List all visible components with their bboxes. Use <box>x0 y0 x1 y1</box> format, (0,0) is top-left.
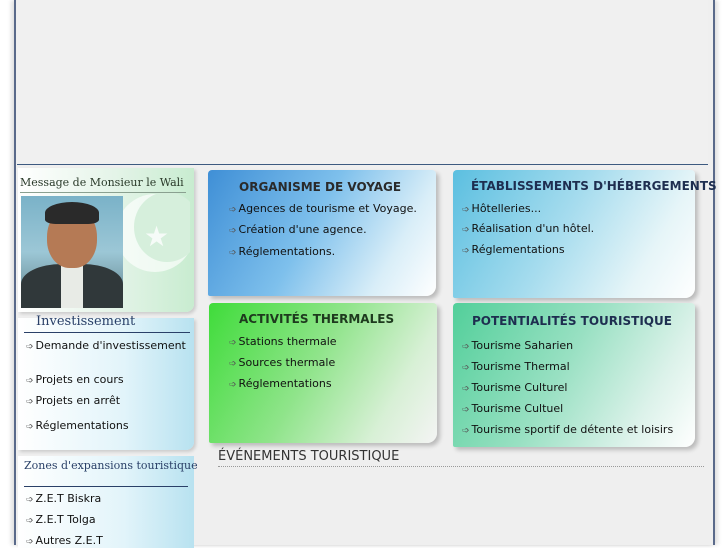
link-reglementations-hebergement[interactable]: ➩ Réglementations <box>462 243 565 256</box>
arrow-icon: ➩ <box>462 205 470 215</box>
link-label: Tourisme sportif de détente et loisirs <box>471 423 674 436</box>
arrow-icon: ➩ <box>462 363 470 373</box>
link-label: Réglementations. <box>238 245 336 258</box>
arrow-icon: ➩ <box>26 495 34 505</box>
link-label: Réglementations <box>471 243 565 256</box>
link-reglementations-voyage[interactable]: ➩ Réglementations. <box>229 245 335 258</box>
link-label: Tourisme Saharien <box>471 339 574 352</box>
link-reglementations-thermal[interactable]: ➩ Réglementations <box>229 377 332 390</box>
arrow-icon: ➩ <box>229 205 237 215</box>
link-agences-tourisme[interactable]: ➩ Agences de tourisme et Voyage. <box>229 202 417 215</box>
crescent-star-icon: ★ <box>112 190 190 290</box>
arrow-icon: ➩ <box>26 342 34 352</box>
events-section-title: ÉVÉNEMENTS TOURISTIQUE <box>218 449 400 464</box>
link-reglementations-investissement[interactable]: ➩ Réglementations <box>26 419 129 432</box>
link-hotelleries[interactable]: ➩ Hôtelleries... <box>462 202 541 215</box>
link-tourisme-sportif[interactable]: ➩ Tourisme sportif de détente et loisirs <box>462 423 673 436</box>
link-label: Réglementations <box>238 377 332 390</box>
arrow-icon: ➩ <box>462 225 470 235</box>
link-label: Création d'une agence. <box>238 223 367 236</box>
card-title-voyage[interactable]: ORGANISME DE VOYAGE <box>239 180 401 194</box>
investissement-title: Investissement <box>36 314 136 329</box>
link-label: Projets en cours <box>35 373 124 386</box>
arrow-icon: ➩ <box>26 516 34 526</box>
link-creation-agence[interactable]: ➩ Création d'une agence. <box>229 223 367 236</box>
card-title-hebergement[interactable]: ÉTABLISSEMENTS D'HÉBERGEMENTS <box>471 179 717 193</box>
link-tourisme-cultuel[interactable]: ➩ Tourisme Cultuel <box>462 402 563 415</box>
link-label: Z.E.T Tolga <box>35 513 96 526</box>
link-autres-zet[interactable]: ➩ Autres Z.E.T <box>26 534 103 547</box>
link-tourisme-thermal[interactable]: ➩ Tourisme Thermal <box>462 360 570 373</box>
link-label: Tourisme Cultuel <box>471 402 564 415</box>
link-sources-thermale[interactable]: ➩ Sources thermale <box>229 356 335 369</box>
link-demande-investissement[interactable]: ➩ Demande d'investissement <box>26 339 186 352</box>
divider <box>24 486 188 487</box>
link-stations-thermale[interactable]: ➩ Stations thermale <box>229 335 337 348</box>
arrow-icon: ➩ <box>229 359 237 369</box>
arrow-icon: ➩ <box>229 226 237 236</box>
arrow-icon: ➩ <box>462 405 470 415</box>
link-realisation-hotel[interactable]: ➩ Réalisation d'un hôtel. <box>462 222 594 235</box>
arrow-icon: ➩ <box>26 376 34 386</box>
link-label: Projets en arrêt <box>35 394 121 407</box>
arrow-icon: ➩ <box>462 342 470 352</box>
link-label: Z.E.T Biskra <box>35 492 102 505</box>
link-zet-biskra[interactable]: ➩ Z.E.T Biskra <box>26 492 101 505</box>
link-label: Hôtelleries... <box>471 202 542 215</box>
wali-message-title[interactable]: Message de Monsieur le Wali <box>20 176 184 189</box>
divider <box>24 332 190 333</box>
link-label: Tourisme Culturel <box>471 381 568 394</box>
arrow-icon: ➩ <box>26 422 34 432</box>
link-label: Agences de tourisme et Voyage. <box>238 202 417 215</box>
link-projets-en-cours[interactable]: ➩ Projets en cours <box>26 373 124 386</box>
card-title-potentialites[interactable]: POTENTIALITÉS TOURISTIQUE <box>472 314 672 328</box>
arrow-icon: ➩ <box>462 246 470 256</box>
arrow-icon: ➩ <box>26 537 34 547</box>
link-projets-en-arret[interactable]: ➩ Projets en arrêt <box>26 394 120 407</box>
arrow-icon: ➩ <box>462 384 470 394</box>
arrow-icon: ➩ <box>229 248 237 258</box>
link-label: Stations thermale <box>238 335 337 348</box>
link-tourisme-saharien[interactable]: ➩ Tourisme Saharien <box>462 339 573 352</box>
card-title-thermal[interactable]: ACTIVITÉS THERMALES <box>239 312 394 326</box>
link-zet-tolga[interactable]: ➩ Z.E.T Tolga <box>26 513 96 526</box>
wali-portrait[interactable] <box>21 196 123 308</box>
arrow-icon: ➩ <box>229 338 237 348</box>
link-label: Réalisation d'un hôtel. <box>471 222 595 235</box>
link-label: Sources thermale <box>238 356 336 369</box>
header-banner <box>17 0 708 165</box>
arrow-icon: ➩ <box>229 380 237 390</box>
link-label: Réglementations <box>35 419 129 432</box>
link-tourisme-culturel[interactable]: ➩ Tourisme Culturel <box>462 381 568 394</box>
divider <box>20 192 186 193</box>
zones-title: Zones d'expansions touristique <box>24 459 198 472</box>
arrow-icon: ➩ <box>26 397 34 407</box>
divider <box>218 466 704 467</box>
arrow-icon: ➩ <box>462 426 470 436</box>
link-label: Demande d'investissement <box>35 339 186 352</box>
link-label: Autres Z.E.T <box>35 534 103 547</box>
link-label: Tourisme Thermal <box>471 360 570 373</box>
